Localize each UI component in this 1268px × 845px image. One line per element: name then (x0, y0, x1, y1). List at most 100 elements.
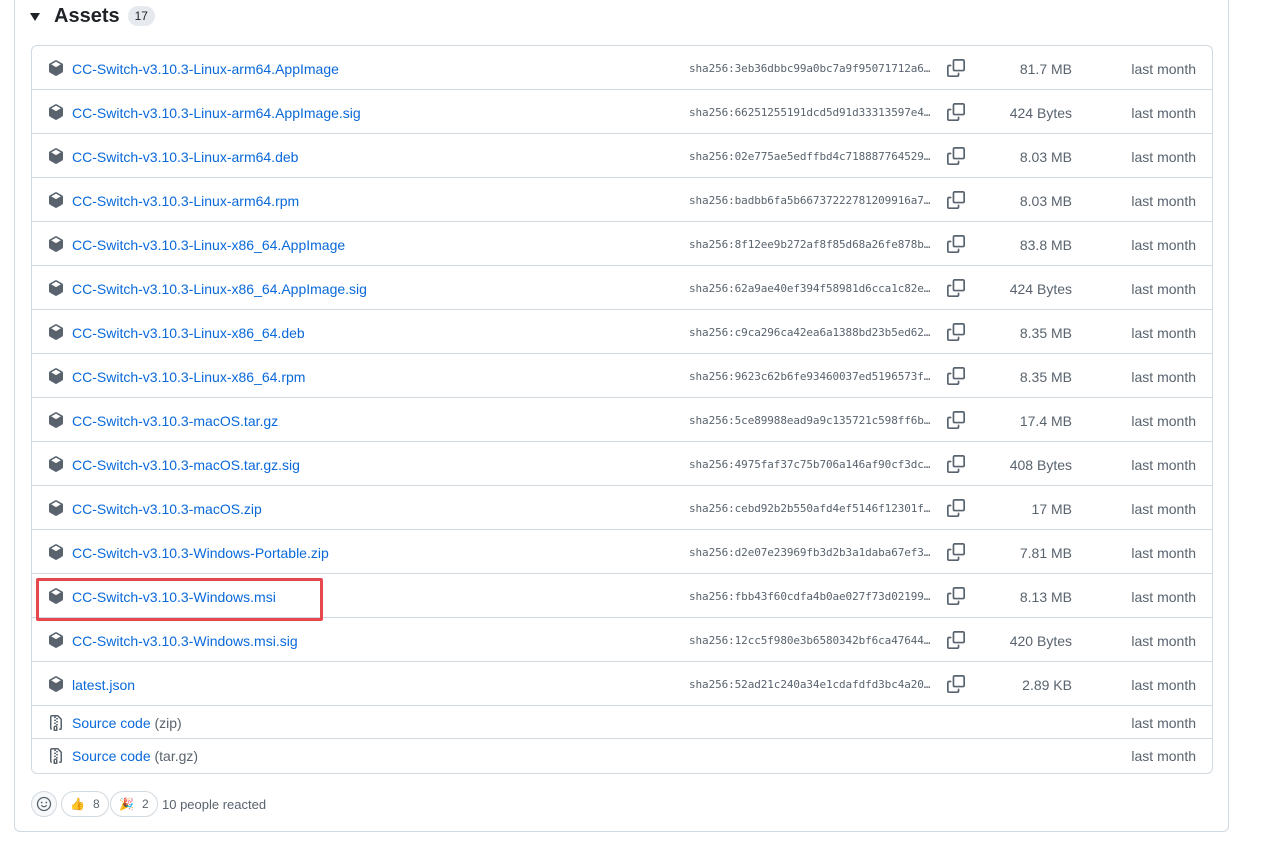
asset-download-link[interactable]: CC-Switch-v3.10.3-Linux-x86_64.deb (72, 325, 305, 341)
highlight-box (36, 578, 323, 621)
copy-icon[interactable] (947, 499, 965, 517)
copy-icon[interactable] (947, 367, 965, 385)
package-icon (48, 148, 64, 164)
copy-icon[interactable] (947, 631, 965, 649)
asset-download-link[interactable]: latest.json (72, 677, 135, 693)
asset-download-link[interactable]: CC-Switch-v3.10.3-Linux-x86_64.AppImage (72, 237, 345, 253)
package-icon (48, 368, 64, 384)
asset-sha256: sha256:badbb6fa5b66737222781209916a7… (689, 194, 931, 207)
copy-icon[interactable] (947, 675, 965, 693)
package-icon (48, 192, 64, 208)
package-icon (48, 632, 64, 648)
reactions-summary: 10 people reacted (162, 797, 267, 812)
asset-row: CC-Switch-v3.10.3-Linux-x86_64.AppImage.… (32, 266, 1212, 310)
asset-row: latest.json sha256:52ad21c240a34e1cdafdfd… (32, 662, 1212, 706)
package-icon (48, 280, 64, 296)
source-code-row: Source code (zip) last month (32, 706, 1212, 739)
asset-sha256: sha256:fbb43f60cdfa4b0ae027f73d02199… (689, 590, 931, 603)
asset-date: last month (1131, 545, 1196, 561)
asset-row: CC-Switch-v3.10.3-Linux-arm64.AppImage.s… (32, 90, 1212, 134)
asset-download-link[interactable]: CC-Switch-v3.10.3-Linux-x86_64.rpm (72, 369, 305, 385)
source-code-row: Source code (tar.gz) last month (32, 739, 1212, 772)
asset-download-link[interactable]: CC-Switch-v3.10.3-Linux-arm64.AppImage.s… (72, 105, 361, 121)
asset-size: 2.89 KB (1022, 677, 1072, 693)
asset-download-link[interactable]: CC-Switch-v3.10.3-Linux-arm64.rpm (72, 193, 299, 209)
asset-download-link[interactable]: CC-Switch-v3.10.3-Windows-Portable.zip (72, 545, 329, 561)
asset-sha256: sha256:8f12ee9b272af8f85d68a26fe878b… (689, 238, 931, 251)
copy-icon[interactable] (947, 103, 965, 121)
asset-date: last month (1131, 325, 1196, 341)
asset-date: last month (1131, 369, 1196, 385)
asset-row: CC-Switch-v3.10.3-Linux-arm64.rpm sha256:… (32, 178, 1212, 222)
source-code-label: Source code (72, 748, 151, 764)
copy-icon[interactable] (947, 235, 965, 253)
copy-icon[interactable] (947, 543, 965, 561)
asset-size: 424 Bytes (1009, 105, 1072, 121)
asset-sha256: sha256:9623c62b6fe93460037ed5196573f… (689, 370, 931, 383)
asset-sha256: sha256:5ce89988ead9a9c135721c598ff6b… (689, 414, 931, 427)
copy-icon[interactable] (947, 323, 965, 341)
asset-download-link[interactable]: CC-Switch-v3.10.3-Linux-x86_64.AppImage.… (72, 281, 367, 297)
package-icon (48, 60, 64, 76)
smiley-icon (36, 796, 52, 812)
assets-count-badge: 17 (127, 6, 155, 26)
asset-row: CC-Switch-v3.10.3-macOS.tar.gz sha256:5ce… (32, 398, 1212, 442)
asset-sha256: sha256:d2e07e23969fb3d2b3a1daba67ef3… (689, 546, 931, 559)
asset-download-link[interactable]: CC-Switch-v3.10.3-Linux-arm64.AppImage (72, 61, 339, 77)
reaction-tada[interactable]: 🎉 2 (110, 791, 158, 817)
assets-title: Assets (54, 4, 120, 27)
asset-download-link[interactable]: CC-Switch-v3.10.3-Windows.msi.sig (72, 633, 298, 649)
asset-date: last month (1131, 501, 1196, 517)
asset-sha256: sha256:cebd92b2b550afd4ef5146f12301f… (689, 502, 931, 515)
asset-row: CC-Switch-v3.10.3-Windows-Portable.zip sh… (32, 530, 1212, 574)
asset-size: 8.03 MB (1019, 193, 1072, 209)
asset-download-link[interactable]: CC-Switch-v3.10.3-macOS.tar.gz.sig (72, 457, 300, 473)
asset-sha256: sha256:52ad21c240a34e1cdafdfd3bc4a20… (689, 678, 931, 691)
asset-date: last month (1131, 633, 1196, 649)
asset-size: 17 MB (1031, 501, 1072, 517)
asset-row: CC-Switch-v3.10.3-macOS.zip sha256:cebd92… (32, 486, 1212, 530)
reaction-thumbsup[interactable]: 👍 8 (61, 791, 109, 817)
asset-size: 424 Bytes (1009, 281, 1072, 297)
package-icon (48, 236, 64, 252)
asset-row: CC-Switch-v3.10.3-Linux-x86_64.AppImage s… (32, 222, 1212, 266)
asset-size: 408 Bytes (1009, 457, 1072, 473)
asset-size: 81.7 MB (1019, 61, 1072, 77)
caret-down-icon[interactable] (30, 13, 40, 21)
copy-icon[interactable] (947, 59, 965, 77)
asset-size: 8.35 MB (1019, 369, 1072, 385)
asset-row: CC-Switch-v3.10.3-Linux-x86_64.deb sha256… (32, 310, 1212, 354)
asset-size: 8.03 MB (1019, 149, 1072, 165)
asset-download-link[interactable]: CC-Switch-v3.10.3-Linux-arm64.deb (72, 149, 298, 165)
asset-size: 420 Bytes (1009, 633, 1072, 649)
asset-row: CC-Switch-v3.10.3-macOS.tar.gz.sig sha256… (32, 442, 1212, 486)
asset-sha256: sha256:3eb36dbbc99a0bc7a9f95071712a6… (689, 62, 931, 75)
file-zip-icon (48, 748, 64, 764)
asset-date: last month (1131, 715, 1196, 731)
source-code-link[interactable]: Source code (tar.gz) (72, 748, 198, 764)
package-icon (48, 676, 64, 692)
asset-date: last month (1131, 589, 1196, 605)
source-code-link[interactable]: Source code (zip) (72, 715, 182, 731)
asset-date: last month (1131, 105, 1196, 121)
asset-sha256: sha256:62a9ae40ef394f58981d6cca1c82e… (689, 282, 931, 295)
source-code-format: (zip) (154, 715, 182, 731)
package-icon (48, 324, 64, 340)
add-reaction-button[interactable] (31, 791, 57, 817)
asset-download-link[interactable]: CC-Switch-v3.10.3-macOS.tar.gz (72, 413, 278, 429)
copy-icon[interactable] (947, 411, 965, 429)
package-icon (48, 104, 64, 120)
tada-icon: 🎉 (119, 797, 134, 811)
asset-download-link[interactable]: CC-Switch-v3.10.3-macOS.zip (72, 501, 262, 517)
asset-size: 17.4 MB (1019, 413, 1072, 429)
reaction-count: 8 (92, 797, 100, 811)
copy-icon[interactable] (947, 279, 965, 297)
asset-size: 83.8 MB (1019, 237, 1072, 253)
copy-icon[interactable] (947, 147, 965, 165)
source-code-label: Source code (72, 715, 151, 731)
copy-icon[interactable] (947, 587, 965, 605)
asset-sha256: sha256:4975faf37c75b706a146af90cf3dc… (689, 458, 931, 471)
assets-header[interactable]: Assets 17 (30, 4, 155, 28)
copy-icon[interactable] (947, 455, 965, 473)
copy-icon[interactable] (947, 191, 965, 209)
